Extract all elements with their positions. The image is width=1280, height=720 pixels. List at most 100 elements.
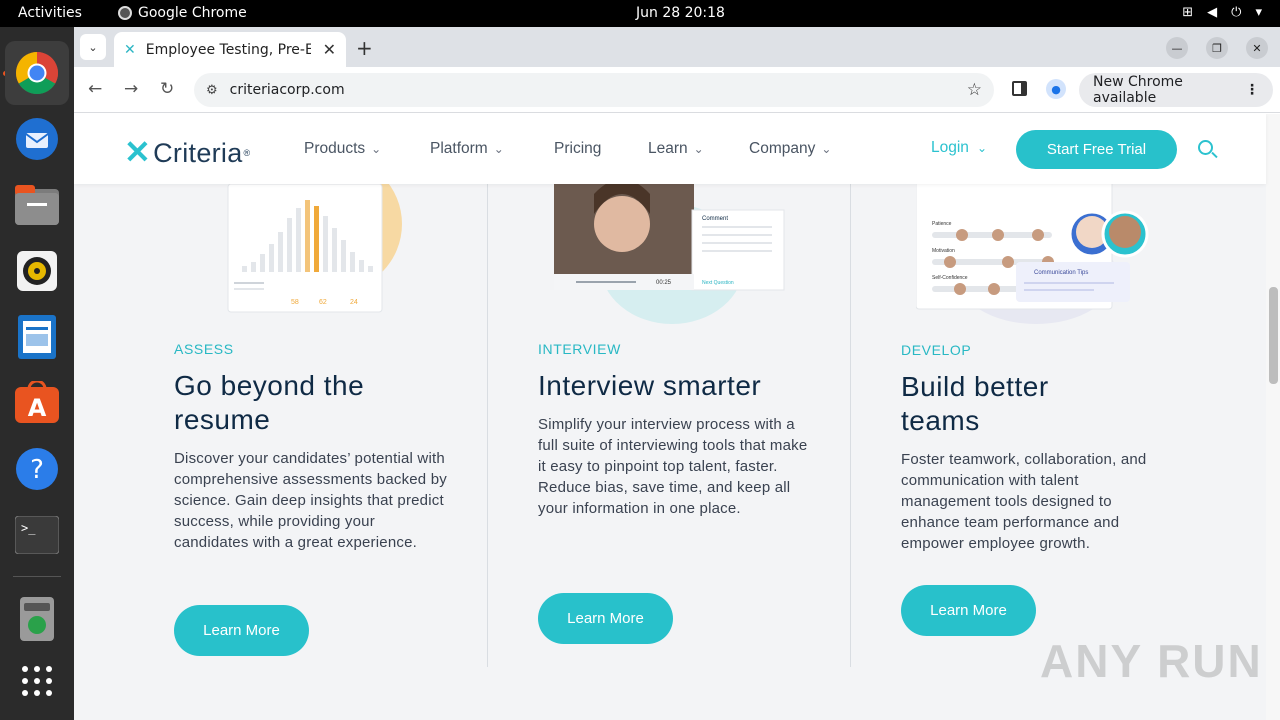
dock-writer[interactable] — [5, 305, 69, 369]
criteria-favicon-icon: ✕ — [124, 41, 136, 58]
os-top-bar: Activities Google Chrome Jun 28 20:18 ⊞ … — [0, 0, 1280, 27]
dock-trash[interactable] — [5, 587, 69, 651]
dock: A ? >_ — [0, 27, 74, 720]
chevron-down-icon: ⌄ — [693, 142, 704, 156]
browser-toolbar: ← → ↻ ⚙ criteriacorp.com ☆ ● New Chrome … — [74, 67, 1280, 113]
assess-heading: Go beyond the resume — [174, 370, 365, 435]
tab-criteria[interactable]: ✕ Employee Testing, Pre-E ✕ — [114, 32, 346, 67]
bookmark-star-icon[interactable]: ☆ — [967, 80, 982, 100]
dock-rhythmbox[interactable] — [5, 239, 69, 303]
side-panel-icon[interactable] — [1012, 81, 1027, 96]
criteria-mark-icon: ✕ — [124, 134, 152, 170]
nav-platform[interactable]: Platform ⌄ — [430, 140, 504, 158]
develop-body: Foster teamwork, collaboration, and comm… — [901, 451, 1147, 552]
clock[interactable]: Jun 28 20:18 — [636, 5, 725, 21]
chevron-down-icon: ⌄ — [976, 141, 987, 155]
chevron-down-icon: ⌄ — [88, 40, 98, 54]
row-label-1: Patience — [932, 221, 952, 227]
assess-eyebrow: ASSESS — [174, 341, 234, 357]
speaker-icon — [17, 251, 57, 291]
chevron-down-icon: ▾ — [1255, 5, 1262, 20]
tab-title: Employee Testing, Pre-E — [145, 41, 311, 58]
profile-avatar-icon[interactable]: ● — [1046, 79, 1066, 99]
dock-thunderbird[interactable] — [5, 107, 69, 171]
start-free-trial-button[interactable]: Start Free Trial — [1016, 130, 1177, 169]
scrollbar-track[interactable] — [1266, 114, 1280, 720]
system-tray[interactable]: ⊞ ◀ ⏻ ▾ — [1182, 5, 1262, 20]
interview-eyebrow: INTERVIEW — [538, 341, 621, 357]
grid-icon — [22, 666, 52, 696]
svg-text:?: ? — [30, 455, 44, 485]
dock-separator — [13, 576, 61, 577]
trash-icon — [20, 597, 54, 641]
dock-files[interactable] — [5, 173, 69, 237]
score-1: 58 — [291, 299, 299, 306]
dock-show-apps[interactable] — [5, 649, 69, 713]
update-chrome-button[interactable]: New Chrome available ⋮ — [1079, 73, 1273, 107]
arrow-right-icon: → — [124, 79, 139, 99]
nav-platform-label: Platform — [430, 140, 488, 157]
assess-body: Discover your candidates’ potential with… — [174, 450, 447, 551]
reload-button[interactable]: ↻ — [160, 79, 174, 99]
app-menu[interactable]: Google Chrome — [118, 5, 247, 21]
interview-learn-more-button[interactable]: Learn More — [538, 593, 673, 644]
interview-body: Simplify your interview process with a f… — [538, 416, 808, 517]
scrollbar-thumb[interactable] — [1269, 287, 1278, 384]
back-button[interactable]: ← — [88, 79, 102, 99]
nav-pricing-label: Pricing — [554, 140, 602, 157]
folder-icon — [15, 185, 59, 225]
column-divider — [487, 184, 488, 667]
assess-learn-more-button[interactable]: Learn More — [174, 605, 309, 656]
chrome-icon — [15, 51, 59, 95]
video-time: 00:25 — [656, 280, 672, 286]
nav-learn-label: Learn — [648, 140, 688, 157]
activities-button[interactable]: Activities — [18, 5, 82, 21]
forward-button[interactable]: → — [124, 79, 138, 99]
row-label-3: Self-Confidence — [932, 275, 968, 281]
new-tab-button[interactable]: + — [356, 36, 373, 60]
thunderbird-icon — [16, 118, 58, 160]
address-bar[interactable]: ⚙ criteriacorp.com ☆ — [194, 73, 994, 107]
power-icon: ⏻ — [1231, 5, 1242, 20]
dock-chrome[interactable] — [5, 41, 69, 105]
logo-text: Criteria — [153, 137, 243, 168]
help-icon: ? — [16, 448, 58, 490]
nav-learn[interactable]: Learn ⌄ — [648, 140, 704, 158]
close-window-button[interactable]: ✕ — [1246, 37, 1268, 59]
arrow-left-icon: ← — [88, 79, 103, 99]
close-icon: ✕ — [1252, 41, 1262, 55]
login-menu[interactable]: Login ⌄ — [931, 139, 987, 157]
login-label: Login — [931, 139, 969, 156]
nav-pricing[interactable]: Pricing — [554, 140, 601, 158]
site-info-icon[interactable]: ⚙ — [206, 83, 218, 98]
nav-products[interactable]: Products ⌄ — [304, 140, 381, 158]
document-icon — [18, 315, 56, 359]
minimize-icon: — — [1171, 41, 1183, 55]
restore-icon: ❐ — [1212, 41, 1222, 55]
chevron-down-icon: ⌄ — [821, 142, 832, 156]
nav-company[interactable]: Company ⌄ — [749, 140, 831, 158]
search-icon[interactable] — [1198, 140, 1213, 155]
anyrun-watermark: ANY RUN — [1040, 635, 1263, 687]
nav-company-label: Company — [749, 140, 816, 157]
dock-terminal[interactable]: >_ — [5, 503, 69, 567]
tip-label: Communication Tips — [1034, 270, 1088, 276]
dock-app-center[interactable]: A — [5, 371, 69, 435]
criteria-logo[interactable]: ✕ Criteria ® — [124, 134, 250, 172]
more-menu-icon[interactable]: ⋮ — [1245, 82, 1259, 98]
tab-search-button[interactable]: ⌄ — [80, 34, 106, 60]
tab-strip: ⌄ ✕ Employee Testing, Pre-E ✕ + — ❐ ✕ — [74, 27, 1280, 67]
column-divider — [850, 184, 851, 667]
develop-learn-more-button[interactable]: Learn More — [901, 585, 1036, 636]
develop-heading: Build better teams — [901, 371, 1049, 436]
network-icon: ⊞ — [1182, 5, 1194, 20]
chrome-window: ⌄ ✕ Employee Testing, Pre-E ✕ + — ❐ ✕ ← … — [74, 27, 1280, 720]
interview-heading: Interview smarter — [538, 370, 762, 401]
dock-help[interactable]: ? — [5, 437, 69, 501]
minimize-button[interactable]: — — [1166, 37, 1188, 59]
reload-icon: ↻ — [160, 79, 175, 99]
svg-text:>_: >_ — [21, 521, 36, 535]
maximize-button[interactable]: ❐ — [1206, 37, 1228, 59]
close-tab-icon[interactable]: ✕ — [323, 40, 336, 59]
app-center-icon: A — [15, 381, 59, 423]
